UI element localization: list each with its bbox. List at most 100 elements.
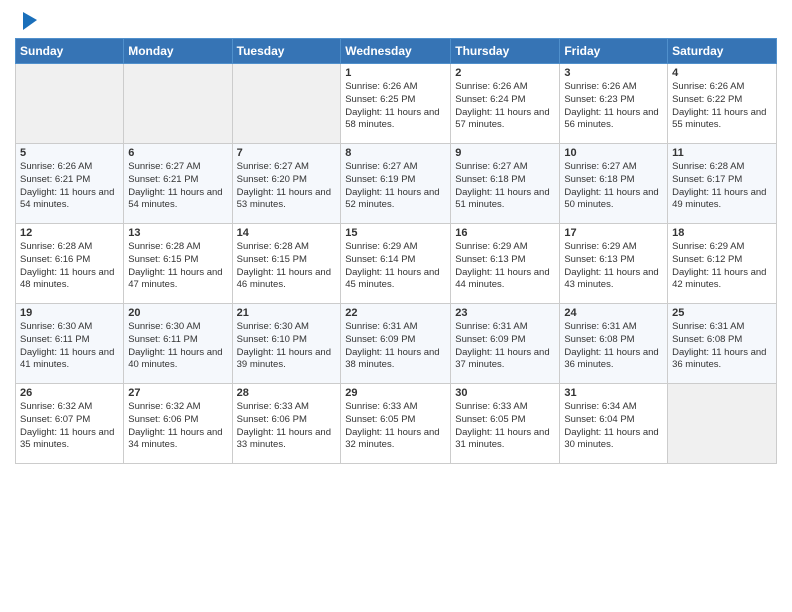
calendar-cell — [16, 64, 124, 144]
calendar-cell: 4 Sunrise: 6:26 AM Sunset: 6:22 PM Dayli… — [668, 64, 777, 144]
sunrise-label: Sunrise: 6:27 AM — [237, 161, 309, 172]
calendar-header-row: SundayMondayTuesdayWednesdayThursdayFrid… — [16, 39, 777, 64]
day-number: 9 — [455, 147, 555, 159]
cell-content: Sunrise: 6:30 AM Sunset: 6:11 PM Dayligh… — [128, 321, 227, 372]
sunrise-label: Sunrise: 6:29 AM — [672, 241, 744, 252]
day-number: 16 — [455, 227, 555, 239]
cell-content: Sunrise: 6:26 AM Sunset: 6:25 PM Dayligh… — [345, 81, 446, 132]
daylight-label: Daylight: 11 hours and 30 minutes. — [564, 427, 658, 451]
daylight-label: Daylight: 11 hours and 58 minutes. — [345, 107, 439, 131]
day-number: 27 — [128, 387, 227, 399]
day-number: 24 — [564, 307, 663, 319]
sunrise-label: Sunrise: 6:28 AM — [128, 241, 200, 252]
day-number: 29 — [345, 387, 446, 399]
weekday-header: Tuesday — [232, 39, 341, 64]
sunrise-label: Sunrise: 6:30 AM — [128, 321, 200, 332]
sunset-label: Sunset: 6:06 PM — [237, 414, 307, 425]
day-number: 14 — [237, 227, 337, 239]
day-number: 17 — [564, 227, 663, 239]
calendar-cell: 3 Sunrise: 6:26 AM Sunset: 6:23 PM Dayli… — [560, 64, 668, 144]
weekday-header: Saturday — [668, 39, 777, 64]
sunrise-label: Sunrise: 6:31 AM — [564, 321, 636, 332]
sunrise-label: Sunrise: 6:30 AM — [237, 321, 309, 332]
calendar-week-row: 19 Sunrise: 6:30 AM Sunset: 6:11 PM Dayl… — [16, 304, 777, 384]
sunrise-label: Sunrise: 6:26 AM — [455, 81, 527, 92]
day-number: 3 — [564, 67, 663, 79]
day-number: 6 — [128, 147, 227, 159]
cell-content: Sunrise: 6:34 AM Sunset: 6:04 PM Dayligh… — [564, 401, 663, 452]
calendar-cell: 30 Sunrise: 6:33 AM Sunset: 6:05 PM Dayl… — [451, 384, 560, 464]
daylight-label: Daylight: 11 hours and 55 minutes. — [672, 107, 766, 131]
calendar-cell: 12 Sunrise: 6:28 AM Sunset: 6:16 PM Dayl… — [16, 224, 124, 304]
day-number: 2 — [455, 67, 555, 79]
daylight-label: Daylight: 11 hours and 44 minutes. — [455, 267, 549, 291]
sunrise-label: Sunrise: 6:26 AM — [672, 81, 744, 92]
sunset-label: Sunset: 6:06 PM — [128, 414, 198, 425]
calendar-week-row: 26 Sunrise: 6:32 AM Sunset: 6:07 PM Dayl… — [16, 384, 777, 464]
calendar-cell: 21 Sunrise: 6:30 AM Sunset: 6:10 PM Dayl… — [232, 304, 341, 384]
daylight-label: Daylight: 11 hours and 51 minutes. — [455, 187, 549, 211]
calendar-week-row: 12 Sunrise: 6:28 AM Sunset: 6:16 PM Dayl… — [16, 224, 777, 304]
sunset-label: Sunset: 6:20 PM — [237, 174, 307, 185]
sunset-label: Sunset: 6:14 PM — [345, 254, 415, 265]
day-number: 28 — [237, 387, 337, 399]
sunrise-label: Sunrise: 6:30 AM — [20, 321, 92, 332]
calendar-cell — [232, 64, 341, 144]
cell-content: Sunrise: 6:32 AM Sunset: 6:07 PM Dayligh… — [20, 401, 119, 452]
day-number: 25 — [672, 307, 772, 319]
calendar-week-row: 1 Sunrise: 6:26 AM Sunset: 6:25 PM Dayli… — [16, 64, 777, 144]
cell-content: Sunrise: 6:29 AM Sunset: 6:14 PM Dayligh… — [345, 241, 446, 292]
daylight-label: Daylight: 11 hours and 57 minutes. — [455, 107, 549, 131]
sunset-label: Sunset: 6:04 PM — [564, 414, 634, 425]
day-number: 19 — [20, 307, 119, 319]
sunset-label: Sunset: 6:21 PM — [20, 174, 90, 185]
calendar-cell: 24 Sunrise: 6:31 AM Sunset: 6:08 PM Dayl… — [560, 304, 668, 384]
calendar-cell: 28 Sunrise: 6:33 AM Sunset: 6:06 PM Dayl… — [232, 384, 341, 464]
daylight-label: Daylight: 11 hours and 42 minutes. — [672, 267, 766, 291]
daylight-label: Daylight: 11 hours and 46 minutes. — [237, 267, 331, 291]
weekday-header: Monday — [124, 39, 232, 64]
sunset-label: Sunset: 6:13 PM — [564, 254, 634, 265]
cell-content: Sunrise: 6:33 AM Sunset: 6:05 PM Dayligh… — [455, 401, 555, 452]
calendar-table: SundayMondayTuesdayWednesdayThursdayFrid… — [15, 38, 777, 464]
cell-content: Sunrise: 6:31 AM Sunset: 6:09 PM Dayligh… — [455, 321, 555, 372]
daylight-label: Daylight: 11 hours and 38 minutes. — [345, 347, 439, 371]
sunset-label: Sunset: 6:13 PM — [455, 254, 525, 265]
cell-content: Sunrise: 6:27 AM Sunset: 6:19 PM Dayligh… — [345, 161, 446, 212]
daylight-label: Daylight: 11 hours and 43 minutes. — [564, 267, 658, 291]
page-container: SundayMondayTuesdayWednesdayThursdayFrid… — [0, 0, 792, 474]
weekday-header: Sunday — [16, 39, 124, 64]
calendar-cell: 7 Sunrise: 6:27 AM Sunset: 6:20 PM Dayli… — [232, 144, 341, 224]
sunrise-label: Sunrise: 6:33 AM — [237, 401, 309, 412]
sunset-label: Sunset: 6:19 PM — [345, 174, 415, 185]
weekday-header: Friday — [560, 39, 668, 64]
sunset-label: Sunset: 6:11 PM — [20, 334, 90, 345]
calendar-cell: 6 Sunrise: 6:27 AM Sunset: 6:21 PM Dayli… — [124, 144, 232, 224]
calendar-cell: 27 Sunrise: 6:32 AM Sunset: 6:06 PM Dayl… — [124, 384, 232, 464]
cell-content: Sunrise: 6:31 AM Sunset: 6:08 PM Dayligh… — [564, 321, 663, 372]
sunrise-label: Sunrise: 6:32 AM — [128, 401, 200, 412]
sunset-label: Sunset: 6:25 PM — [345, 94, 415, 105]
cell-content: Sunrise: 6:28 AM Sunset: 6:15 PM Dayligh… — [128, 241, 227, 292]
sunset-label: Sunset: 6:09 PM — [345, 334, 415, 345]
calendar-cell: 2 Sunrise: 6:26 AM Sunset: 6:24 PM Dayli… — [451, 64, 560, 144]
sunset-label: Sunset: 6:08 PM — [672, 334, 742, 345]
sunrise-label: Sunrise: 6:29 AM — [455, 241, 527, 252]
weekday-header: Thursday — [451, 39, 560, 64]
sunrise-label: Sunrise: 6:27 AM — [564, 161, 636, 172]
cell-content: Sunrise: 6:28 AM Sunset: 6:16 PM Dayligh… — [20, 241, 119, 292]
day-number: 20 — [128, 307, 227, 319]
day-number: 12 — [20, 227, 119, 239]
daylight-label: Daylight: 11 hours and 37 minutes. — [455, 347, 549, 371]
sunrise-label: Sunrise: 6:34 AM — [564, 401, 636, 412]
cell-content: Sunrise: 6:27 AM Sunset: 6:18 PM Dayligh… — [564, 161, 663, 212]
sunset-label: Sunset: 6:16 PM — [20, 254, 90, 265]
calendar-cell: 9 Sunrise: 6:27 AM Sunset: 6:18 PM Dayli… — [451, 144, 560, 224]
day-number: 11 — [672, 147, 772, 159]
cell-content: Sunrise: 6:27 AM Sunset: 6:20 PM Dayligh… — [237, 161, 337, 212]
sunset-label: Sunset: 6:15 PM — [237, 254, 307, 265]
calendar-cell: 18 Sunrise: 6:29 AM Sunset: 6:12 PM Dayl… — [668, 224, 777, 304]
cell-content: Sunrise: 6:26 AM Sunset: 6:21 PM Dayligh… — [20, 161, 119, 212]
daylight-label: Daylight: 11 hours and 56 minutes. — [564, 107, 658, 131]
cell-content: Sunrise: 6:30 AM Sunset: 6:11 PM Dayligh… — [20, 321, 119, 372]
